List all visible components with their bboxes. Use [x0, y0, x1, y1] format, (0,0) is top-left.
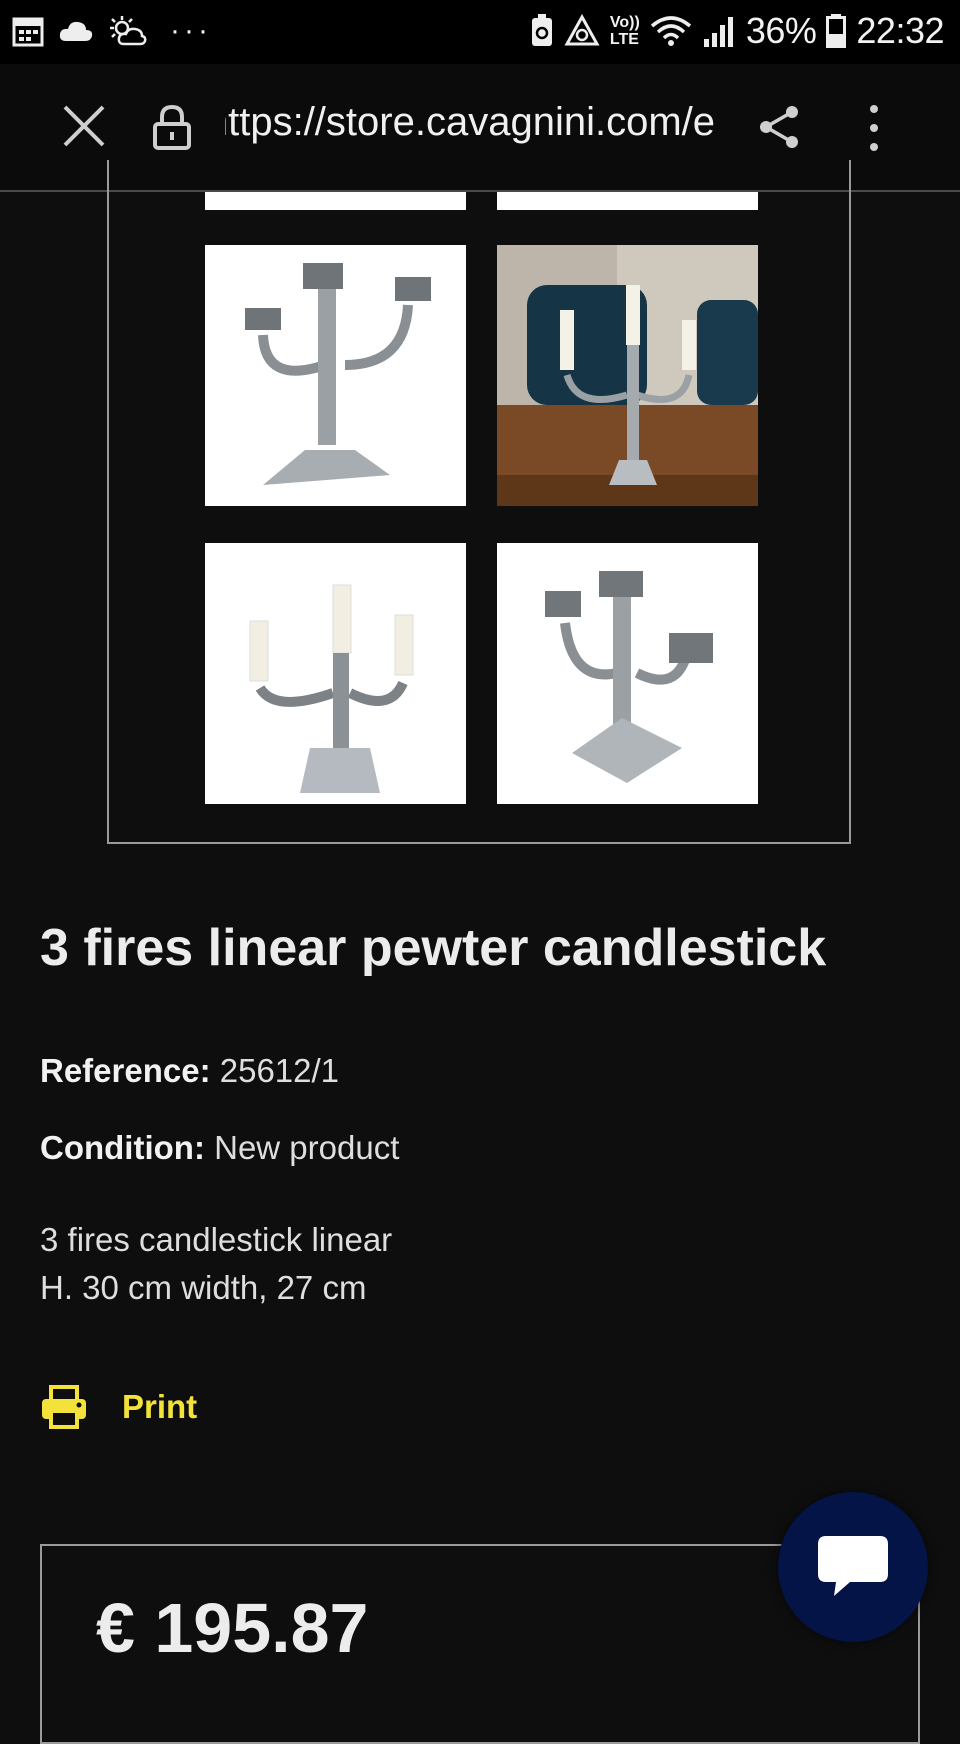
calendar-icon: [12, 17, 44, 47]
chat-bubble-icon: [818, 1536, 888, 1596]
url-text: https://store.cavagnini.com/e: [225, 100, 715, 144]
printer-icon: [42, 1385, 86, 1429]
battery-saver-icon: [531, 14, 552, 46]
clock: 22:32: [856, 10, 944, 51]
product-price: € 195.87: [96, 1589, 369, 1667]
candlestick-image: [205, 245, 466, 506]
battery-percent: 36%: [745, 10, 817, 51]
candlestick-with-candles-image: [205, 543, 466, 804]
description-line: 3 fires candlestick linear: [40, 1221, 393, 1258]
reference-label: Reference:: [40, 1052, 211, 1089]
more-options-icon[interactable]: [862, 104, 886, 152]
gallery-thumbnail[interactable]: [497, 543, 758, 804]
product-gallery: [107, 160, 851, 844]
close-icon[interactable]: [62, 104, 106, 148]
more-notifications-icon: ···: [170, 14, 212, 47]
candlestick-on-table-image: [497, 245, 758, 506]
condition-value: New product: [214, 1129, 400, 1166]
wifi-icon: [650, 16, 691, 46]
product-description: 3 fires candlestick linear H. 30 cm widt…: [40, 1216, 392, 1312]
print-button[interactable]: Print: [40, 1385, 197, 1429]
weather-partly-cloudy-icon: [110, 16, 147, 46]
condition-row: Condition: New product: [40, 1129, 399, 1167]
cloud-icon: [59, 21, 93, 41]
product-title: 3 fires linear pewter candlestick: [40, 919, 827, 977]
signal-strength-icon: [703, 17, 733, 47]
print-label: Print: [122, 1388, 198, 1425]
condition-label: Condition:: [40, 1129, 205, 1166]
description-line: H. 30 cm width, 27 cm: [40, 1269, 367, 1306]
candlestick-angled-image: [497, 543, 758, 804]
gallery-thumbnail[interactable]: [497, 245, 758, 506]
status-bar: ··· Vo)) LTE 36% 22:32: [0, 0, 960, 64]
battery-icon: [826, 14, 847, 48]
reference-value: 25612/1: [219, 1052, 340, 1089]
url-field[interactable]: https://store.cavagnini.com/e: [225, 100, 715, 156]
gallery-thumbnail-partial[interactable]: [497, 192, 758, 210]
gallery-thumbnail[interactable]: [205, 245, 466, 506]
data-saver-icon: [564, 14, 600, 46]
gallery-thumbnail-partial[interactable]: [205, 192, 466, 210]
volte-indicator: Vo)) LTE: [609, 14, 640, 48]
gallery-thumbnail[interactable]: [205, 543, 466, 804]
lock-icon[interactable]: [153, 104, 191, 150]
reference-row: Reference: 25612/1: [40, 1052, 339, 1090]
chat-button[interactable]: [778, 1492, 928, 1642]
share-icon[interactable]: [756, 104, 802, 150]
